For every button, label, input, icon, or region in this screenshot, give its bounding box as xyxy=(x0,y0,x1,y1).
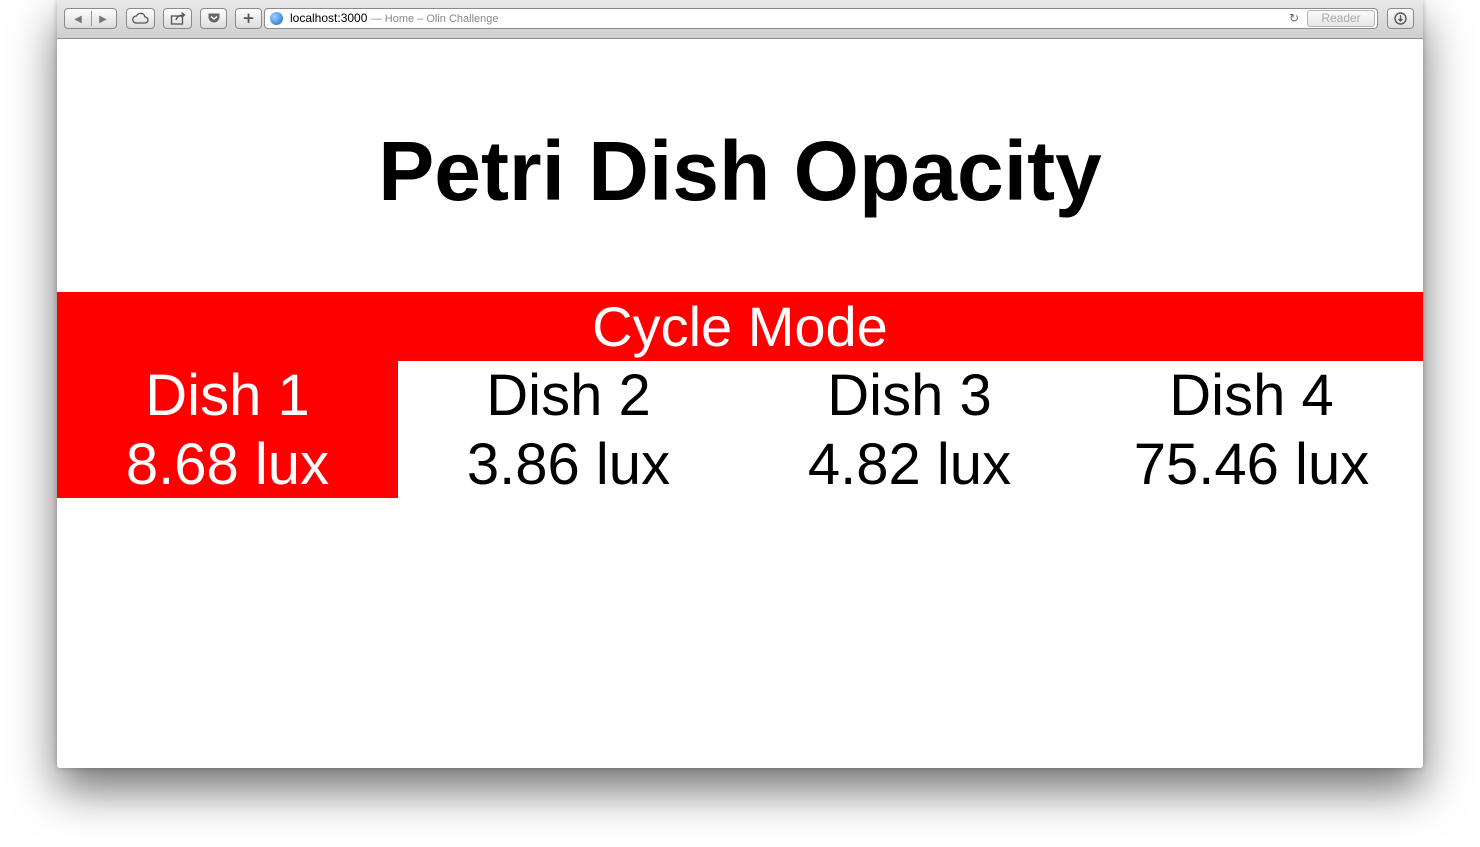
reader-button[interactable]: Reader xyxy=(1307,10,1375,27)
dish-name: Dish 2 xyxy=(486,363,651,428)
pocket-button[interactable] xyxy=(200,8,227,29)
dish-name: Dish 3 xyxy=(827,363,992,428)
address-bar[interactable]: localhost:3000 — Home – Olin Challenge ↻… xyxy=(264,8,1378,29)
plus-icon: + xyxy=(242,9,255,27)
reload-icon[interactable]: ↻ xyxy=(1289,9,1299,28)
page-content: Petri Dish Opacity Cycle Mode Dish 1 8.6… xyxy=(57,39,1423,768)
share-button[interactable] xyxy=(163,8,192,29)
dish-4-cell[interactable]: Dish 4 75.46 lux xyxy=(1080,361,1423,498)
icloud-tabs-button[interactable] xyxy=(126,8,155,29)
page-heading: Petri Dish Opacity xyxy=(378,124,1102,218)
back-arrow-icon[interactable]: ◀ xyxy=(66,10,91,29)
dish-name: Dish 4 xyxy=(1169,363,1334,428)
dish-1-cell[interactable]: Dish 1 8.68 lux xyxy=(57,361,398,498)
nav-separator xyxy=(91,11,92,26)
browser-window: ◀ ▶ + localhost:3000 — Home – Olin Chall… xyxy=(57,0,1423,768)
url-value: localhost:3000 xyxy=(290,11,368,25)
dish-lux-value: 8.68 lux xyxy=(125,432,330,497)
dish-lux-value: 75.46 lux xyxy=(1133,432,1370,497)
dish-lux-value: 4.82 lux xyxy=(807,432,1012,497)
pocket-icon xyxy=(208,13,219,23)
forward-arrow-icon[interactable]: ▶ xyxy=(91,10,116,29)
desktop: ◀ ▶ + localhost:3000 — Home – Olin Chall… xyxy=(0,0,1480,847)
browser-toolbar: ◀ ▶ + localhost:3000 — Home – Olin Chall… xyxy=(57,0,1423,39)
mode-banner[interactable]: Cycle Mode xyxy=(57,292,1423,361)
icloud-tabs-icon xyxy=(132,12,149,24)
dish-name: Dish 1 xyxy=(145,363,310,428)
dish-row: Dish 1 8.68 lux Dish 2 3.86 lux Dish 3 4… xyxy=(57,361,1423,498)
url-text: localhost:3000 — Home – Olin Challenge xyxy=(290,9,499,29)
dish-3-cell[interactable]: Dish 3 4.82 lux xyxy=(739,361,1080,498)
dish-lux-value: 3.86 lux xyxy=(466,432,671,497)
globe-icon xyxy=(270,12,283,25)
back-forward-buttons: ◀ ▶ xyxy=(64,8,117,29)
share-icon xyxy=(170,12,186,25)
new-tab-button[interactable]: + xyxy=(235,8,262,29)
dish-2-cell[interactable]: Dish 2 3.86 lux xyxy=(398,361,739,498)
page-title-in-address-bar: — Home – Olin Challenge xyxy=(370,13,499,25)
downloads-icon xyxy=(1394,12,1407,25)
downloads-button[interactable] xyxy=(1387,8,1414,29)
